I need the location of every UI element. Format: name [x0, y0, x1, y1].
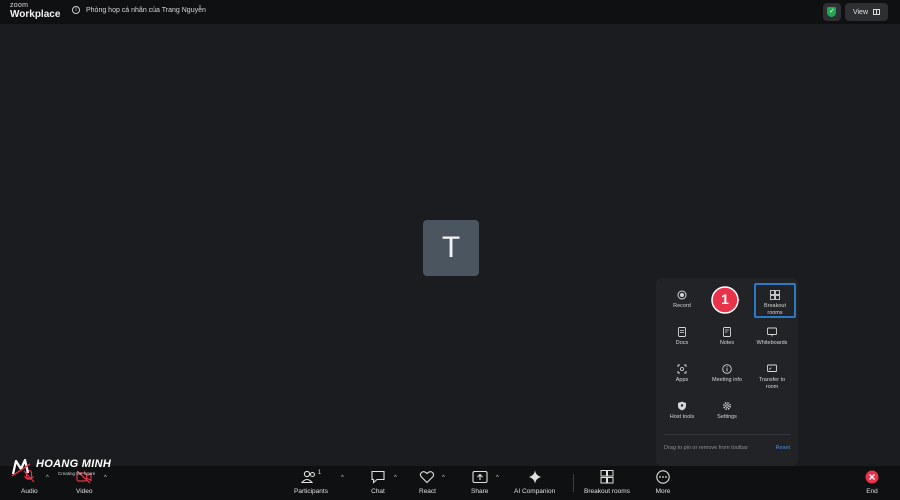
video-label: Video — [76, 488, 93, 495]
chat-icon — [371, 470, 385, 484]
apps-icon — [677, 364, 687, 374]
menu-item-apps[interactable]: Apps — [660, 364, 704, 398]
more-button[interactable]: More — [655, 470, 671, 495]
hoang-minh-watermark: HOANG MINH Creating the future — [8, 454, 128, 480]
more-icon — [656, 470, 670, 484]
share-screen-icon — [472, 470, 488, 484]
top-bar: zoom Workplace i Phòng họp cá nhân của T… — [0, 0, 900, 24]
audio-label: Audio — [21, 488, 38, 495]
breakout-rooms-icon — [600, 470, 614, 484]
participants-options-caret[interactable]: ^ — [341, 475, 344, 481]
transfer-icon — [767, 364, 777, 372]
chat-label: Chat — [371, 488, 385, 495]
gear-icon — [723, 402, 731, 410]
menu-item-transfer-to-room[interactable]: Transfer to room — [750, 364, 794, 398]
info-icon[interactable]: i — [72, 6, 80, 14]
menu-item-meeting-info[interactable]: Meeting info — [705, 364, 749, 398]
docs-icon — [678, 327, 686, 337]
ai-sparkle-icon — [528, 470, 541, 484]
menu-item-label: Record — [673, 303, 691, 309]
end-meeting-button[interactable]: End — [864, 470, 880, 495]
more-label: More — [655, 488, 671, 495]
end-meeting-icon — [865, 470, 879, 484]
menu-item-label: Docs — [675, 340, 689, 346]
breakout-rooms-label: Breakout rooms — [584, 488, 630, 495]
react-options-caret[interactable]: ^ — [442, 475, 445, 481]
ai-companion-button[interactable]: AI Companion — [514, 470, 555, 495]
toolbar-divider — [573, 474, 574, 492]
react-label: React — [419, 488, 436, 495]
view-layout-icon — [873, 9, 880, 15]
menu-item-host-tools[interactable]: Host tools — [660, 401, 704, 435]
watermark-brand: HOANG MINH — [36, 458, 112, 470]
ai-companion-label: AI Companion — [514, 488, 556, 495]
menu-item-label: Apps — [675, 377, 689, 383]
chat-options-caret[interactable]: ^ — [394, 475, 397, 481]
record-icon — [677, 290, 687, 300]
breakout-rooms-highlight — [754, 283, 796, 318]
menu-item-label: Transfer to room — [758, 377, 786, 390]
meeting-title-text: Phòng họp cá nhân của Trang Nguyễn — [86, 6, 206, 14]
zoom-workplace-logo: zoom Workplace — [10, 2, 60, 20]
breakout-rooms-button[interactable]: Breakout rooms — [584, 470, 630, 495]
menu-item-label: Whiteboards — [756, 340, 788, 346]
info-icon — [722, 364, 732, 374]
menu-item-docs[interactable]: Docs — [660, 327, 704, 361]
heart-icon — [420, 471, 435, 484]
logo-zoom-text: zoom — [10, 2, 29, 9]
menu-item-label: Host tools — [669, 414, 695, 420]
panel-divider — [664, 434, 790, 435]
menu-item-label: Meeting info — [712, 377, 742, 383]
share-label: Share — [471, 488, 489, 495]
notes-icon — [723, 327, 731, 337]
menu-item-label: Notes — [719, 340, 735, 346]
top-right-controls: ✓ View — [822, 3, 888, 21]
meeting-title[interactable]: i Phòng họp cá nhân của Trang Nguyễn — [72, 6, 206, 14]
view-label: View — [852, 8, 868, 16]
participants-count: 1 — [317, 470, 322, 476]
shield-icon — [678, 401, 686, 411]
security-shield-icon[interactable]: ✓ — [822, 3, 841, 21]
watermark-tagline: Creating the future — [58, 471, 96, 476]
participant-avatar: T — [423, 220, 479, 276]
participants-button[interactable]: 1 Participants — [294, 470, 328, 495]
react-button[interactable]: React — [419, 470, 436, 495]
view-button[interactable]: View — [844, 3, 888, 21]
menu-item-settings[interactable]: Settings — [705, 401, 749, 435]
menu-item-whiteboards[interactable]: Whiteboards — [750, 327, 794, 361]
step-number: 1 — [721, 291, 729, 307]
menu-item-label: Settings — [717, 414, 737, 420]
hoang-minh-logo-icon — [11, 458, 31, 477]
participants-label: Participants — [294, 488, 328, 495]
menu-item-record[interactable]: Record — [660, 290, 704, 324]
participants-icon — [300, 470, 315, 484]
customize-hint: Drag to pin or remove from toolbar — [664, 445, 749, 451]
reset-link[interactable]: Reset — [776, 445, 790, 451]
logo-workplace-text: Workplace — [10, 9, 61, 20]
end-label: End — [866, 488, 878, 495]
share-button[interactable]: Share — [471, 470, 488, 495]
share-options-caret[interactable]: ^ — [496, 475, 499, 481]
menu-item-notes[interactable]: Notes — [705, 327, 749, 361]
zoom-meeting-window: zoom Workplace i Phòng họp cá nhân của T… — [0, 0, 900, 500]
chat-button[interactable]: Chat — [370, 470, 386, 495]
panel-footer: Drag to pin or remove from toolbar Reset — [664, 445, 790, 451]
meeting-toolbar: Audio ^ Video ^ 1 Participants ^ Chat ^ … — [0, 466, 900, 500]
whiteboard-icon — [767, 327, 777, 337]
